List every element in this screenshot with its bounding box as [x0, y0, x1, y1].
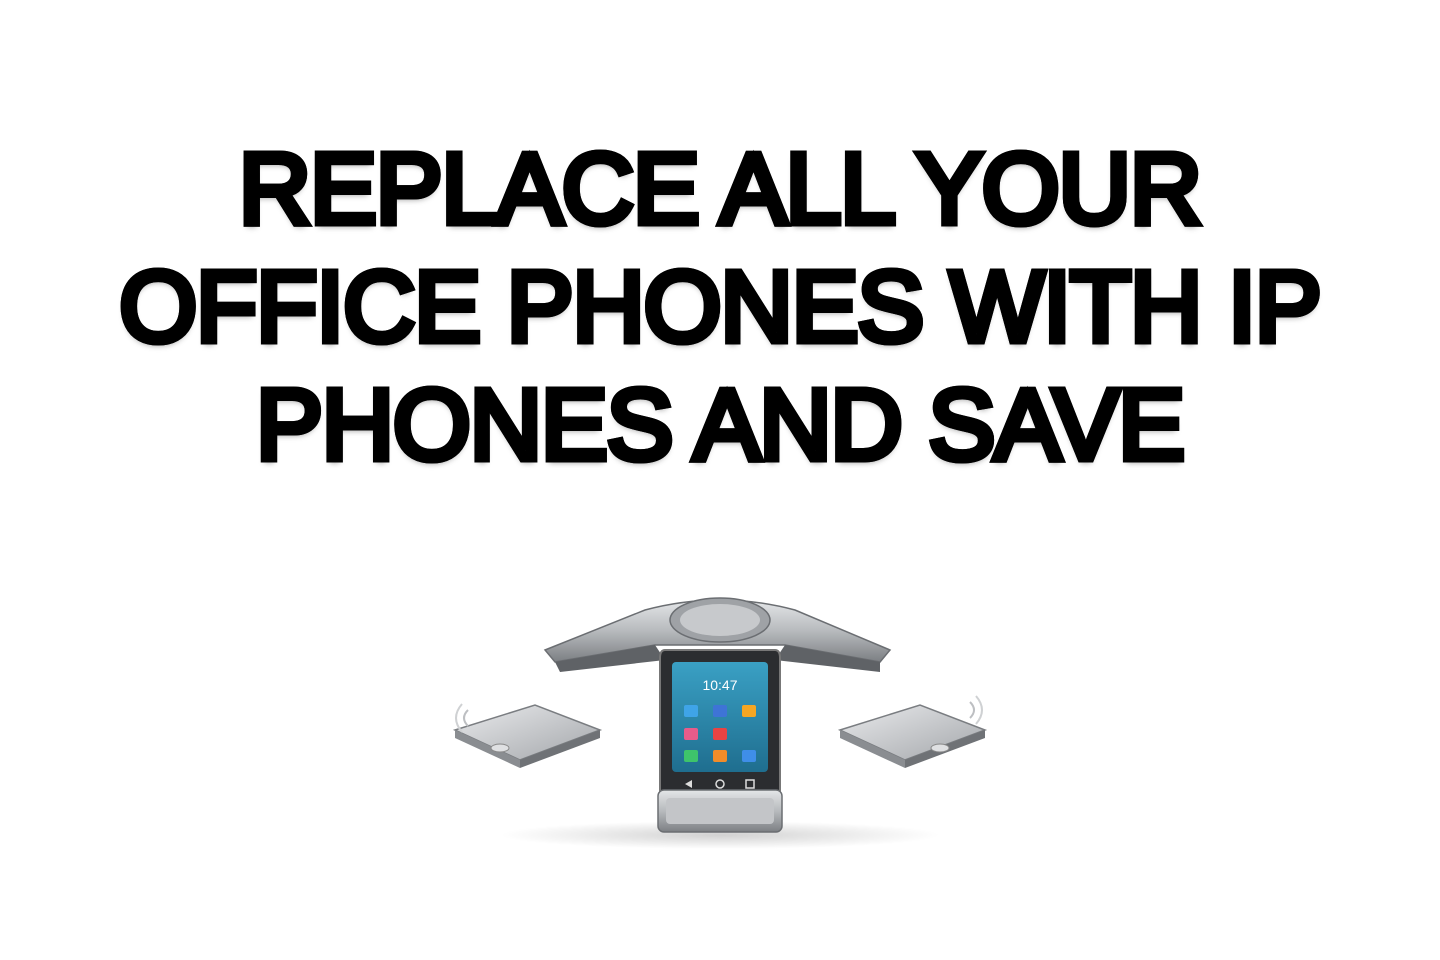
- wireless-mic-left: [452, 704, 603, 768]
- headline-line-3: PHONES AND SAVE: [0, 366, 1440, 485]
- headline-line-1: REPLACE ALL YOUR: [0, 130, 1440, 249]
- conference-phone-image: 10:47: [440, 590, 1000, 850]
- wireless-mic-right: [837, 704, 988, 768]
- screen-time: 10:47: [702, 677, 737, 693]
- wireless-signal-icon: [969, 695, 983, 725]
- conference-phone-console: 10:47: [657, 649, 783, 833]
- headline-line-2: OFFICE PHONES WITH IP: [0, 248, 1440, 367]
- headline: REPLACE ALL YOUR OFFICE PHONES WITH IP P…: [0, 130, 1440, 485]
